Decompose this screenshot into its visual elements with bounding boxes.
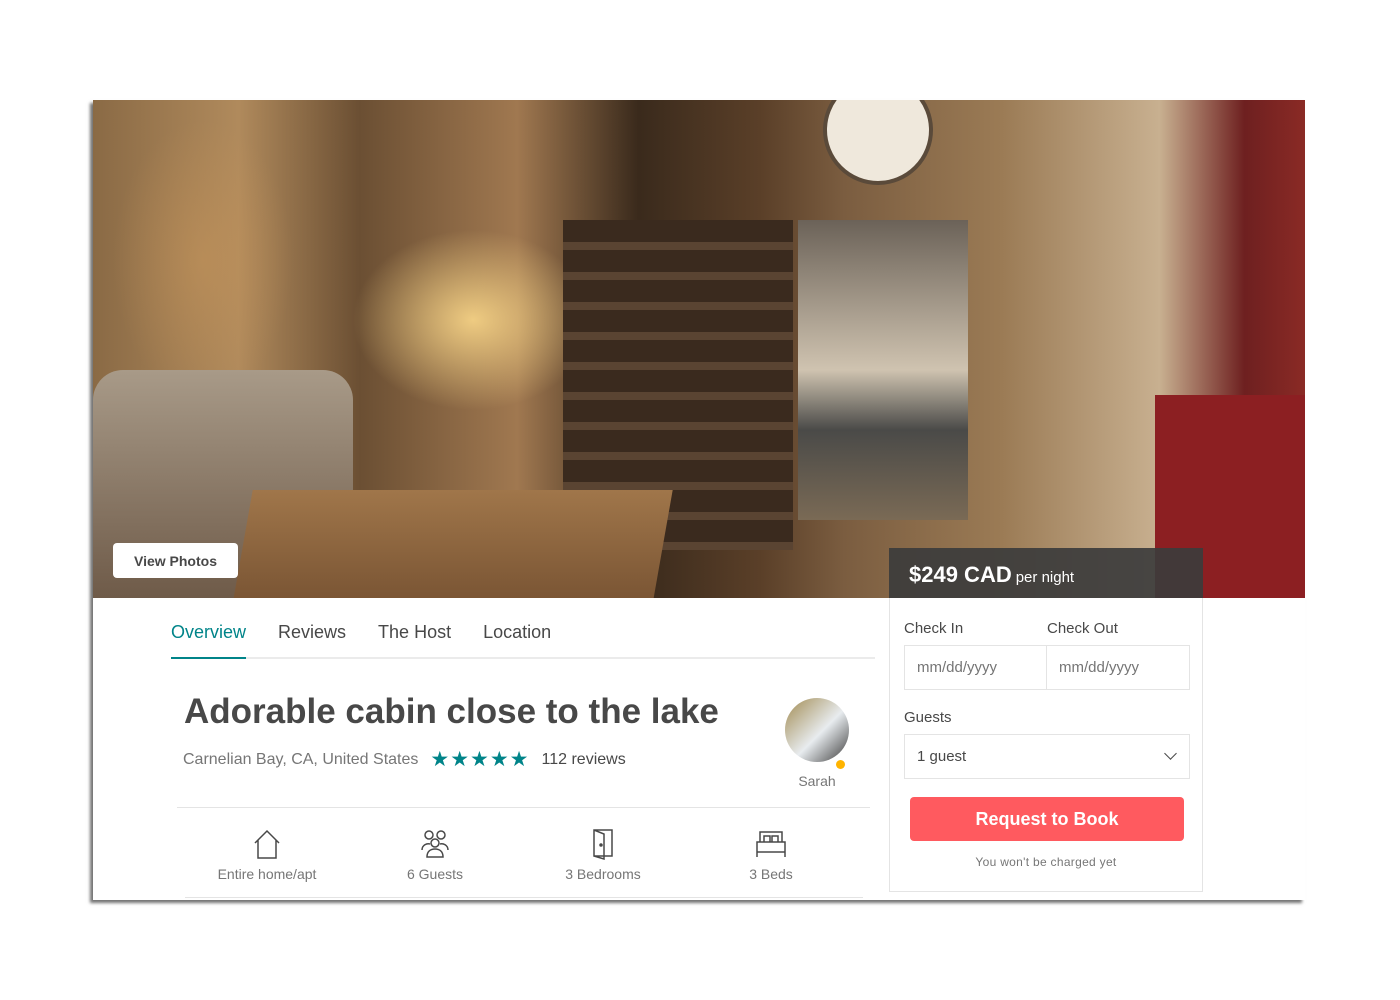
guests-value: 1 guest — [917, 748, 967, 765]
divider — [185, 897, 863, 898]
check-in-input[interactable] — [904, 645, 1047, 690]
door-icon — [593, 829, 613, 860]
photo-table — [233, 490, 673, 598]
price-bar: $249 CAD per night — [889, 548, 1203, 598]
booking-panel: Check In Check Out Guests 1 guest Reques… — [889, 598, 1203, 892]
listing-card: View Photos $249 CAD per night Check In C… — [93, 100, 1305, 900]
amenity-label: 6 Guests — [406, 866, 464, 882]
amenity-label: Entire home/apt — [217, 866, 317, 882]
check-out-label: Check Out — [1047, 620, 1118, 637]
tab-reviews[interactable]: Reviews — [278, 622, 346, 659]
superhost-badge-icon — [836, 760, 845, 769]
bed-icon — [756, 831, 786, 857]
view-photos-button[interactable]: View Photos — [113, 543, 238, 578]
listing-title: Adorable cabin close to the lake — [184, 692, 719, 731]
listing-photo[interactable]: View Photos — [93, 100, 1305, 598]
amenity-beds: 3 Beds — [701, 828, 841, 882]
section-tabs: Overview Reviews The Host Location — [171, 622, 875, 659]
listing-subtitle: Carnelian Bay, CA, United States ★★★★★ 1… — [183, 747, 626, 772]
host-name[interactable]: Sarah — [793, 773, 841, 789]
home-icon — [254, 829, 280, 859]
rating-stars-icon: ★★★★★ — [430, 748, 530, 771]
chevron-down-icon — [1164, 747, 1177, 760]
divider — [177, 807, 870, 808]
amenity-guests: 6 Guests — [365, 828, 505, 882]
amenity-label: 3 Beds — [749, 866, 793, 882]
request-to-book-button[interactable]: Request to Book — [910, 797, 1184, 841]
host-avatar[interactable] — [785, 698, 849, 762]
tab-the-host[interactable]: The Host — [378, 622, 451, 659]
photo-clock — [823, 100, 933, 185]
price-unit: per night — [1015, 569, 1075, 586]
tab-location[interactable]: Location — [483, 622, 551, 659]
photo-kitchen — [798, 220, 968, 520]
listing-location: Carnelian Bay, CA, United States — [183, 750, 419, 768]
amenity-home: Entire home/apt — [197, 828, 337, 882]
guests-icon — [421, 830, 449, 858]
price-amount: $249 CAD — [909, 562, 1012, 587]
charge-note: You won't be charged yet — [975, 855, 1117, 869]
guests-label: Guests — [904, 709, 952, 726]
check-out-input[interactable] — [1047, 645, 1190, 690]
reviews-link[interactable]: 112 reviews — [542, 751, 626, 769]
amenity-bedrooms: 3 Bedrooms — [533, 828, 673, 882]
amenity-label: 3 Bedrooms — [565, 866, 641, 882]
check-in-label: Check In — [904, 620, 964, 637]
tab-overview[interactable]: Overview — [171, 622, 247, 659]
guests-select[interactable]: 1 guest — [904, 734, 1190, 779]
